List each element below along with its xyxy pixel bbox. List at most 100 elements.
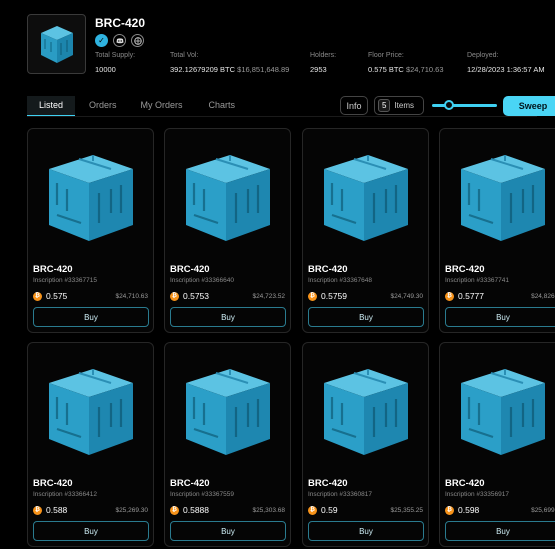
listing-card[interactable]: BRC-420 Inscription #33367715 ₿ 0.575 $2… [27, 128, 154, 333]
listing-card[interactable]: BRC-420 Inscription #33366412 ₿ 0.588 $2… [27, 342, 154, 547]
card-usd-price: $25,355.25 [390, 506, 423, 514]
cube-image [324, 368, 408, 455]
website-icon[interactable] [131, 34, 144, 47]
stat-holders: Holders: 2953 [310, 52, 337, 74]
card-price: 0.59 [321, 505, 338, 515]
stat-total-volume: Total Vol: 392.12679209 BTC $16,851,648.… [170, 52, 290, 74]
card-image[interactable] [173, 137, 283, 252]
card-price: 0.5888 [183, 505, 209, 515]
card-price-row: ₿ 0.5759 $24,749.30 [308, 291, 423, 301]
card-price: 0.575 [46, 291, 68, 301]
card-image[interactable] [36, 351, 146, 466]
card-price-row: ₿ 0.5888 $25,303.68 [170, 505, 285, 515]
buy-button[interactable]: Buy [33, 521, 149, 541]
card-price: 0.598 [458, 505, 480, 515]
buy-button[interactable]: Buy [170, 307, 286, 327]
card-price-row: ₿ 0.598 $25,699.0 [445, 505, 555, 515]
tab-listed[interactable]: Listed [27, 96, 75, 116]
listing-card[interactable]: BRC-420 Inscription #33367648 ₿ 0.5759 $… [302, 128, 429, 333]
listing-card[interactable]: BRC-420 Inscription #33360817 ₿ 0.59 $25… [302, 342, 429, 547]
card-inscription: Inscription #33367715 [33, 277, 97, 284]
card-price-row: ₿ 0.59 $25,355.25 [308, 505, 423, 515]
card-usd-price: $24,826.6 [531, 292, 555, 300]
cube-image [461, 368, 545, 455]
card-price: 0.5753 [183, 291, 209, 301]
cube-image [461, 154, 545, 241]
tab-orders[interactable]: Orders [89, 96, 117, 116]
card-image[interactable] [173, 351, 283, 466]
buy-button[interactable]: Buy [445, 307, 555, 327]
buy-button[interactable]: Buy [308, 307, 424, 327]
card-usd-price: $25,699.0 [531, 506, 555, 514]
bitcoin-icon: ₿ [33, 291, 42, 301]
tab-divider [27, 116, 537, 117]
card-price: 0.5759 [321, 291, 347, 301]
listing-card[interactable]: BRC-420 Inscription #33366640 ₿ 0.5753 $… [164, 128, 291, 333]
card-title: BRC-420 [308, 478, 348, 489]
card-title: BRC-420 [445, 478, 485, 489]
items-count-box[interactable]: 5 Items [374, 96, 424, 115]
card-price-row: ₿ 0.5777 $24,826.6 [445, 291, 555, 301]
bitcoin-icon: ₿ [33, 505, 42, 515]
card-image[interactable] [311, 137, 421, 252]
items-label: Items [394, 101, 415, 110]
tab-my-orders[interactable]: My Orders [141, 96, 183, 116]
bitcoin-icon: ₿ [445, 505, 454, 515]
card-image[interactable] [448, 137, 555, 252]
cube-image [186, 368, 270, 455]
card-title: BRC-420 [445, 264, 485, 275]
cube-image [324, 154, 408, 241]
tab-bar: Listed Orders My Orders Charts [27, 96, 537, 117]
bitcoin-icon: ₿ [170, 505, 179, 515]
stat-floor-price: Floor Price: 0.575 BTC $24,710.63 [368, 52, 444, 74]
card-inscription: Inscription #33360817 [308, 491, 372, 498]
card-usd-price: $24,710.63 [115, 292, 148, 300]
sweep-button[interactable]: Sweep [503, 96, 555, 116]
card-inscription: Inscription #33366640 [170, 277, 234, 284]
buy-button[interactable]: Buy [170, 521, 286, 541]
collection-thumbnail [27, 14, 86, 74]
buy-button[interactable]: Buy [308, 521, 424, 541]
info-button[interactable]: Info [340, 96, 368, 115]
buy-button[interactable]: Buy [445, 521, 555, 541]
card-price: 0.588 [46, 505, 68, 515]
items-count-input[interactable]: 5 [378, 99, 391, 112]
card-inscription: Inscription #33367648 [308, 277, 372, 284]
collection-social-links: ✓ [95, 34, 144, 47]
card-inscription: Inscription #33366412 [33, 491, 97, 498]
discord-icon[interactable] [113, 34, 126, 47]
buy-button[interactable]: Buy [33, 307, 149, 327]
tab-charts[interactable]: Charts [209, 96, 236, 116]
card-usd-price: $24,749.30 [390, 292, 423, 300]
card-image[interactable] [36, 137, 146, 252]
bitcoin-icon: ₿ [308, 291, 317, 301]
card-price-row: ₿ 0.5753 $24,723.52 [170, 291, 285, 301]
cube-image [49, 368, 133, 455]
cube-image [186, 154, 270, 241]
sweep-slider-handle[interactable] [443, 100, 454, 110]
verified-icon: ✓ [95, 34, 108, 47]
listing-card[interactable]: BRC-420 Inscription #33367559 ₿ 0.5888 $… [164, 342, 291, 547]
card-inscription: Inscription #33367741 [445, 277, 509, 284]
sweep-slider-track[interactable] [432, 104, 497, 107]
card-inscription: Inscription #33356917 [445, 491, 509, 498]
card-usd-price: $25,303.68 [252, 506, 285, 514]
stat-total-supply: Total Supply: 10000 [95, 52, 136, 74]
cube-image [49, 154, 133, 241]
collection-title: BRC-420 [95, 16, 146, 30]
card-title: BRC-420 [33, 478, 73, 489]
bitcoin-icon: ₿ [445, 291, 454, 301]
bitcoin-icon: ₿ [308, 505, 317, 515]
card-title: BRC-420 [33, 264, 73, 275]
card-usd-price: $25,269.30 [115, 506, 148, 514]
card-usd-price: $24,723.52 [252, 292, 285, 300]
card-image[interactable] [311, 351, 421, 466]
stat-deployed: Deployed: 12/28/2023 1:36:57 AM [467, 52, 545, 74]
listing-card[interactable]: BRC-420 Inscription #33356917 ₿ 0.598 $2… [439, 342, 555, 547]
card-price-row: ₿ 0.588 $25,269.30 [33, 505, 148, 515]
card-title: BRC-420 [170, 478, 210, 489]
card-title: BRC-420 [308, 264, 348, 275]
listing-card[interactable]: BRC-420 Inscription #33367741 ₿ 0.5777 $… [439, 128, 555, 333]
card-image[interactable] [448, 351, 555, 466]
card-title: BRC-420 [170, 264, 210, 275]
